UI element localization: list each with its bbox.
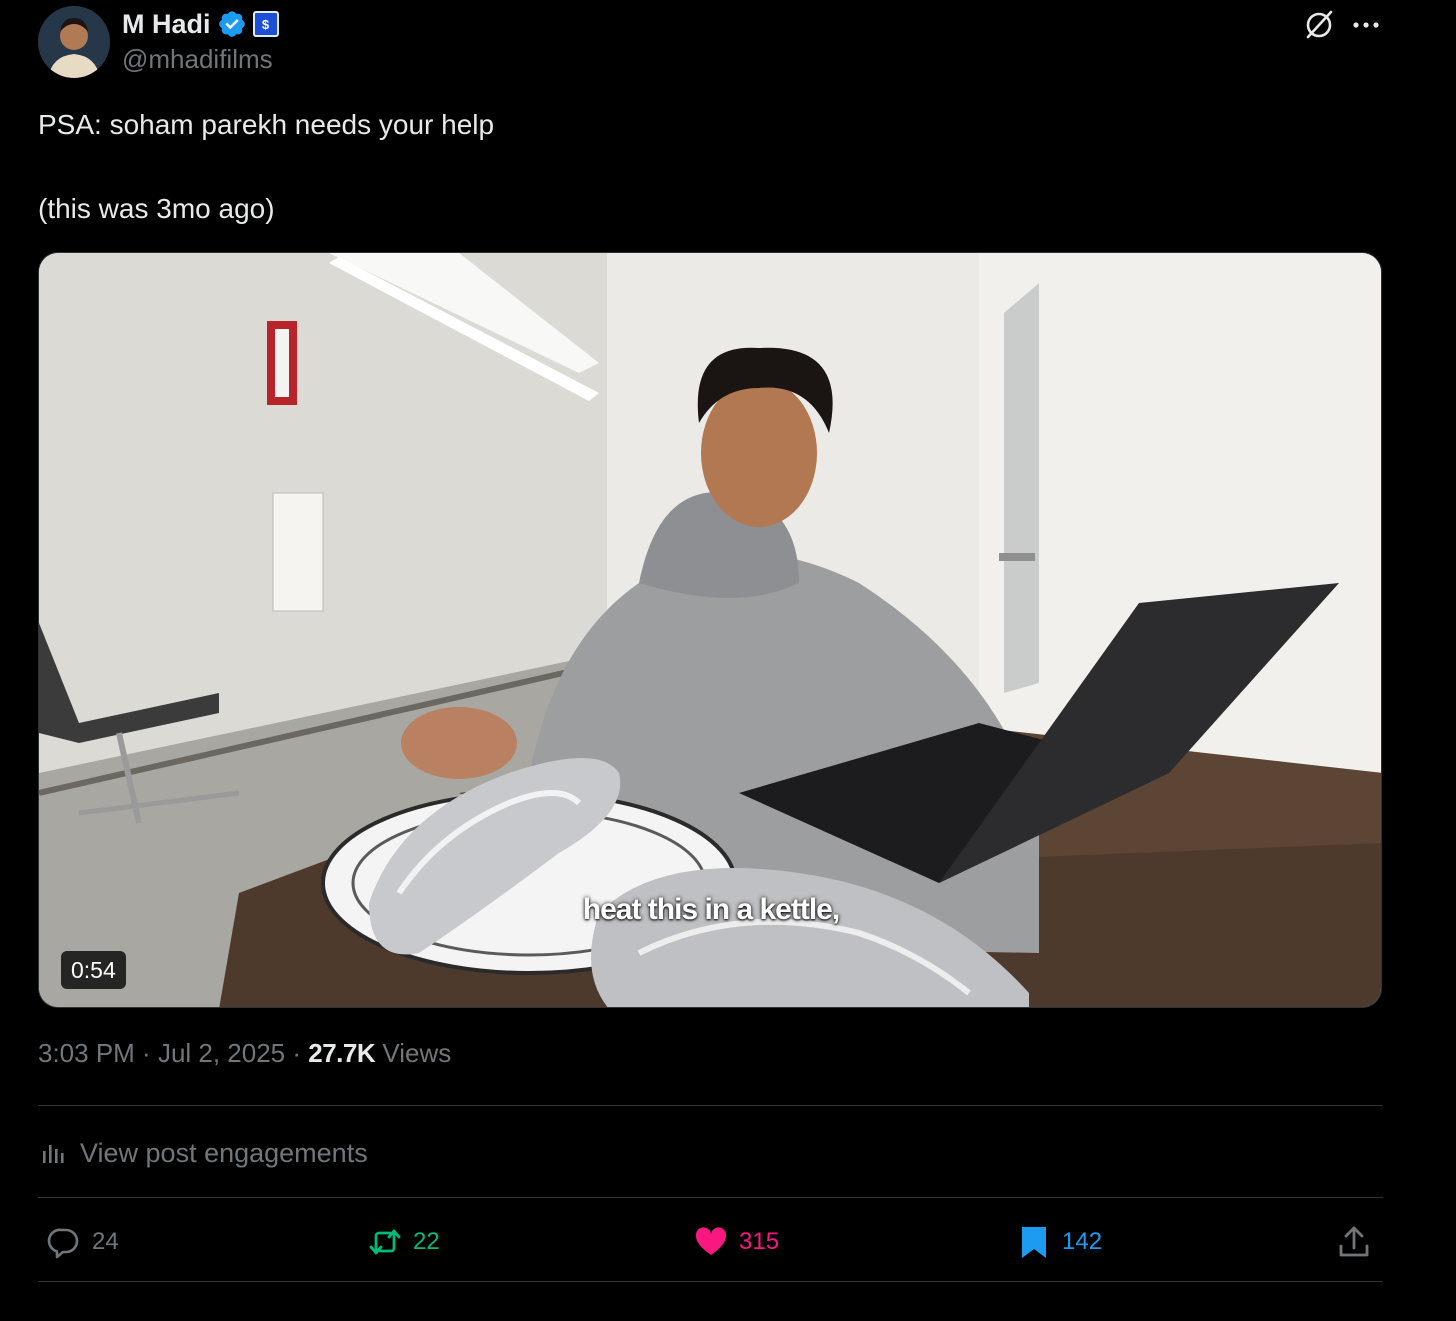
reply-icon [47,1228,79,1259]
post-text: PSA: soham parekh needs your help (this … [38,104,1378,230]
post-date[interactable]: Jul 2, 2025 [158,1038,285,1069]
grok-icon[interactable] [1300,6,1338,44]
display-name[interactable]: M Hadi [122,9,211,40]
analytics-bars-icon [43,1145,64,1163]
views-label: Views [375,1038,452,1068]
more-horizontal-icon[interactable] [1346,6,1386,44]
divider [38,1197,1383,1198]
divider [38,1281,1383,1282]
divider [38,1105,1383,1106]
like-button[interactable]: 315 [693,1222,779,1262]
post-meta: 3:03 PM · Jul 2, 2025 · 27.7K Views [38,1038,451,1069]
post-detail-view: M Hadi $ @mhadifilms PSA: soham parekh n… [0,0,1456,1321]
post-text-line: (this was 3mo ago) [38,193,275,224]
bookmark-button[interactable]: 142 [1016,1222,1102,1262]
bookmark-icon [1022,1227,1046,1258]
meta-separator: · [285,1038,309,1068]
view-post-engagements-button[interactable]: View post engagements [40,1134,368,1172]
reply-button[interactable]: 24 [46,1222,119,1262]
verified-badge-icon [218,11,245,37]
post-time[interactable]: 3:03 PM [38,1038,135,1069]
video-player[interactable]: heat this in a kettle, 0:54 [38,252,1382,1008]
video-caption: heat this in a kettle, [582,893,840,926]
views-count: 27.7K [308,1038,376,1068]
share-button[interactable] [1336,1222,1372,1262]
affiliate-badge-icon[interactable]: $ [252,11,279,37]
repost-icon [369,1229,401,1255]
repost-count: 22 [413,1228,440,1255]
video-duration-badge: 0:54 [61,951,126,989]
bookmark-count: 142 [1062,1228,1103,1255]
heart-icon [695,1227,727,1255]
meta-separator: · [134,1038,158,1068]
post-text-line: PSA: soham parekh needs your help [38,109,495,140]
avatar[interactable] [38,6,110,78]
author-name-row[interactable]: M Hadi $ [122,6,279,42]
share-icon [1339,1226,1369,1257]
author-handle[interactable]: @mhadifilms [122,44,273,75]
like-count: 315 [739,1228,780,1255]
reply-count: 24 [92,1228,119,1255]
repost-button[interactable]: 22 [367,1222,440,1262]
view-post-engagements-label: View post engagements [80,1137,368,1168]
